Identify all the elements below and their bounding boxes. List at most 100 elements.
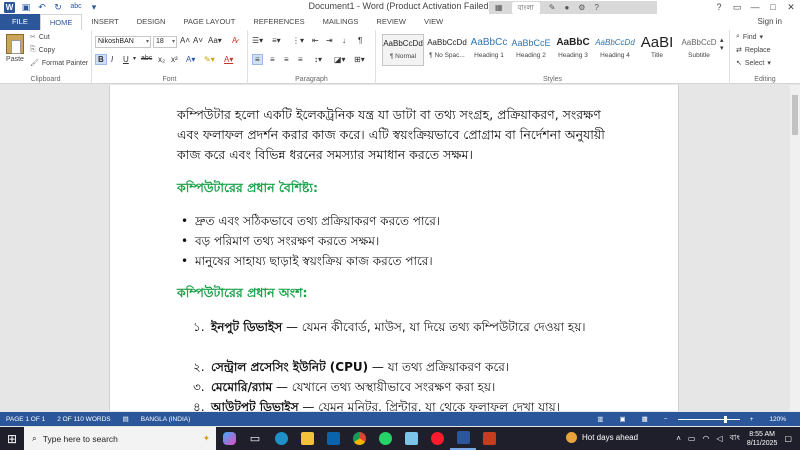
list-item[interactable]: ৩. মেমোরি/র‍্যাম — যেখানে তথ্য অস্থায়ীভা… (193, 377, 613, 397)
decrease-indent-icon[interactable]: ⇤ (312, 36, 319, 45)
font-name-select[interactable]: NikoshBAN ▾ (95, 36, 151, 48)
notifications-icon[interactable]: ▢ (784, 434, 792, 443)
tab-references[interactable]: REFERENCES (244, 14, 313, 30)
list-item[interactable]: ৪. আউটপুট ডিভাইস — যেমন মনিটর, প্রিন্টার,… (193, 397, 613, 411)
style-heading-3[interactable]: AaBbC Heading 3 (552, 34, 594, 66)
taskbar-search[interactable]: ⌕ Type here to search ✦ (24, 427, 216, 450)
ribbon-options-icon[interactable]: ▭ (728, 0, 746, 14)
find-button[interactable]: ⌕ Find ▾ (736, 33, 763, 41)
chevron-up-icon[interactable]: ˄ (676, 434, 681, 443)
numbering-icon[interactable]: ≡▾ (272, 36, 281, 45)
keyboard-icon[interactable]: ▦ (495, 3, 503, 12)
zoom-in-icon[interactable]: + (744, 416, 760, 423)
wifi-icon[interactable]: ◠ (702, 434, 709, 443)
align-left-icon[interactable]: ≡ (252, 54, 263, 65)
file-explorer-icon[interactable] (294, 427, 320, 450)
shrink-font-icon[interactable]: A˅ (193, 36, 203, 45)
gear-icon[interactable]: ⚙ (578, 3, 585, 12)
web-layout-icon[interactable]: ▦ (636, 415, 654, 423)
volume-icon[interactable]: ◁ (716, 434, 722, 443)
format-painter-button[interactable]: 🖌 Format Painter (30, 59, 88, 68)
tab-design[interactable]: DESIGN (128, 14, 175, 30)
multilevel-list-icon[interactable]: ⋮▾ (292, 36, 304, 45)
style-no-spacing[interactable]: AaBbCcDd ¶ No Spac... (426, 34, 468, 66)
zoom-out-icon[interactable]: − (658, 416, 674, 423)
edge-icon[interactable] (268, 427, 294, 450)
tab-mailings[interactable]: MAILINGS (314, 14, 368, 30)
network-icon[interactable]: ▭ (688, 434, 696, 443)
paste-button[interactable]: Paste (4, 34, 26, 63)
sign-in-link[interactable]: Sign in (758, 17, 782, 26)
change-case-icon[interactable]: Aa▾ (208, 36, 222, 45)
scrollbar-thumb[interactable] (792, 95, 798, 135)
zoom-slider[interactable] (677, 415, 740, 423)
style-heading-1[interactable]: AaBbCc Heading 1 (468, 34, 510, 66)
copy-button[interactable]: ⎘ Copy (30, 46, 55, 54)
style-subtitle[interactable]: AaBbCcD Subtitle (678, 34, 720, 66)
powerpoint-icon[interactable] (476, 427, 502, 450)
document-body[interactable]: কম্পিউটার হলো একটি ইলেকট্রনিক যন্ত্র যা … (177, 105, 617, 411)
tab-page-layout[interactable]: PAGE LAYOUT (174, 14, 244, 30)
help-icon[interactable]: ? (710, 0, 728, 14)
list-item[interactable]: ২. সেন্ট্রাল প্রসেসিং ইউনিট (CPU) — যা তথ… (193, 357, 613, 377)
underline-dropdown-icon[interactable]: ▾ (133, 55, 136, 62)
strikethrough-button[interactable]: abc (141, 55, 152, 62)
language-indicator[interactable]: BANGLA (INDIA) (135, 416, 196, 423)
tab-file[interactable]: FILE (0, 14, 40, 30)
tab-review[interactable]: REVIEW (367, 14, 415, 30)
styles-more-icon[interactable]: ▴ ▾ (720, 36, 724, 52)
outlook-icon[interactable] (320, 427, 346, 450)
maximize-button[interactable]: □ (764, 0, 782, 14)
minimize-button[interactable]: — (746, 0, 764, 14)
font-size-select[interactable]: 18 ▾ (153, 36, 177, 48)
style-heading-2[interactable]: AaBbCcE Heading 2 (510, 34, 552, 66)
clear-formatting-icon[interactable]: A̷ (232, 36, 237, 45)
redo-icon[interactable]: ↻ (53, 2, 63, 12)
heading-parts[interactable]: কম্পিউটারের প্রধান অংশ: (177, 285, 307, 305)
list-item[interactable]: দ্রুত এবং সঠিকভাবে তথ্য প্রক্রিয়াকরণ কর… (181, 211, 440, 231)
intro-paragraph[interactable]: কম্পিউটার হলো একটি ইলেকট্রনিক যন্ত্র যা … (177, 105, 617, 165)
weather-widget[interactable]: Hot days ahead (566, 432, 638, 443)
print-layout-icon[interactable]: ▣ (613, 415, 631, 423)
whatsapp-icon[interactable] (372, 427, 398, 450)
windows-start-icon[interactable]: ⊞ (0, 432, 24, 446)
grow-font-icon[interactable]: A˄ (180, 36, 190, 45)
bullets-icon[interactable]: ☰▾ (252, 36, 263, 45)
style-heading-4[interactable]: AaBbCcDd Heading 4 (594, 34, 636, 66)
align-right-icon[interactable]: ≡ (284, 55, 289, 64)
chrome-icon[interactable] (346, 427, 372, 450)
underline-button[interactable]: U (123, 55, 129, 64)
pen-icon[interactable]: ✎ (549, 3, 556, 12)
language-bar-label[interactable]: বাংলা (511, 1, 540, 14)
justify-icon[interactable]: ≡ (298, 55, 303, 64)
tab-home[interactable]: HOME (39, 14, 83, 30)
italic-button[interactable]: I (111, 55, 113, 64)
undo-icon[interactable]: ↶ (37, 2, 47, 12)
select-button[interactable]: ↖ Select ▾ (736, 59, 771, 68)
highlight-icon[interactable]: ✎▾ (204, 55, 215, 64)
shading-icon[interactable]: ◪▾ (334, 55, 346, 64)
tab-insert[interactable]: INSERT (82, 14, 127, 30)
proofing-icon[interactable]: ▤ (117, 415, 135, 423)
search-highlight-icon[interactable]: ✦ (203, 433, 210, 444)
copilot-icon[interactable] (216, 427, 242, 450)
cut-button[interactable]: ✂ Cut (30, 33, 50, 42)
tab-view[interactable]: VIEW (415, 14, 452, 30)
document-page[interactable]: কম্পিউটার হলো একটি ইলেকট্রনিক যন্ত্র যা … (109, 85, 679, 411)
show-marks-icon[interactable]: ¶ (358, 36, 362, 45)
spelling-icon[interactable]: abc (69, 2, 83, 12)
circle-icon[interactable]: ● (564, 3, 569, 12)
read-mode-icon[interactable]: ▥ (591, 415, 609, 423)
zoom-level[interactable]: 120% (763, 416, 792, 423)
opera-icon[interactable] (424, 427, 450, 450)
clock[interactable]: 8:55 AM 8/11/2025 (747, 430, 778, 448)
align-center-icon[interactable]: ≡ (270, 55, 275, 64)
task-view-icon[interactable]: ▭ (242, 427, 268, 450)
borders-icon[interactable]: ⊞▾ (354, 55, 365, 64)
font-color-icon[interactable]: A▾ (224, 55, 233, 64)
style-title[interactable]: AaBI Title (636, 34, 678, 66)
list-item[interactable]: মানুষের সাহায্য ছাড়াই স্বয়ংক্রিয় কাজ … (181, 251, 433, 271)
list-item[interactable]: বড় পরিমাণ তথ্য সংরক্ষণ করতে সক্ষম। (181, 231, 379, 251)
subscript-button[interactable]: x₂ (158, 55, 165, 64)
list-item[interactable]: ১. ইনপুট ডিভাইস — যেমন কীবোর্ড, মাউস, যা … (193, 317, 613, 337)
